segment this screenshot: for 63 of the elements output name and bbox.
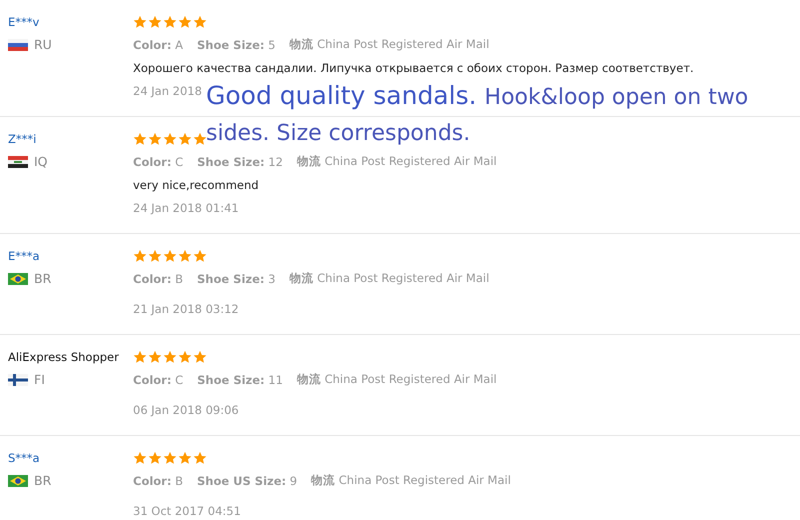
attribute-text: Color: B	[133, 272, 183, 286]
star-icon	[148, 132, 162, 146]
star-icon	[193, 350, 207, 364]
review-date: 06 Jan 2018 09:06	[133, 402, 239, 416]
attribute-text: Shoe Size: 3	[197, 272, 276, 286]
star-icon	[148, 350, 162, 364]
user-name[interactable]: E***a	[8, 248, 40, 262]
attribute-text: Color: B	[133, 474, 183, 488]
star-icon	[148, 248, 162, 262]
country-code: BR	[34, 271, 52, 286]
star-icon	[193, 132, 207, 146]
star-icon	[193, 248, 207, 262]
review-date: 24 Jan 2018	[133, 84, 202, 98]
star-icon	[133, 450, 147, 464]
attribute-text: 物流 China Post Registered Air Mail	[289, 271, 490, 286]
star-icon	[133, 14, 147, 28]
attribute-text: 物流 China Post Registered Air Mail	[289, 37, 490, 52]
star-icon	[178, 14, 192, 28]
flag-icon	[8, 156, 28, 168]
flag-icon	[8, 38, 28, 50]
user-name[interactable]: E***v	[8, 14, 40, 28]
review-date: 21 Jan 2018 03:12	[133, 302, 239, 316]
star-icon	[178, 248, 192, 262]
star-icon	[133, 350, 147, 364]
attribute-text: Color: C	[133, 372, 184, 386]
flag-icon	[8, 374, 28, 386]
star-icon	[163, 350, 177, 364]
flag-icon	[8, 272, 28, 284]
attribute-text: 物流 China Post Registered Air Mail	[296, 372, 497, 387]
star-icon	[148, 14, 162, 28]
flag-icon	[8, 474, 28, 486]
country-code: IQ	[34, 154, 48, 169]
star-icon	[133, 132, 147, 146]
translation-text: Good quality sandals. Hook&loop open on two sides. Size corresponds.	[206, 80, 750, 148]
country-code: RU	[34, 37, 52, 52]
attribute-text: Shoe Size: 12	[197, 154, 283, 168]
star-icon	[133, 248, 147, 262]
star-icon	[178, 450, 192, 464]
country-code: FI	[34, 372, 45, 387]
star-icon	[163, 132, 177, 146]
attribute-text: 物流 China Post Registered Air Mail	[296, 154, 497, 169]
attribute-text: Color: A	[133, 38, 183, 52]
star-icon	[178, 132, 192, 146]
star-icon	[193, 14, 207, 28]
star-icon	[148, 450, 162, 464]
attribute-text: 物流 China Post Registered Air Mail	[311, 473, 511, 488]
review-date: 31 Oct 2017 04:51	[133, 504, 241, 518]
review-date: 24 Jan 2018 01:41	[133, 200, 239, 214]
attribute-text: Shoe US Size: 9	[197, 474, 298, 488]
attribute-text: Shoe Size: 5	[196, 38, 276, 52]
country-code: BR	[34, 473, 52, 488]
attribute-text: Color: C	[133, 154, 184, 168]
star-icon	[178, 350, 192, 364]
review-text: Хорошего качества сандалии. Липучка открывается с обоих сторон. Размер соответствует.	[133, 60, 694, 74]
star-icon	[163, 450, 177, 464]
attribute-text: Shoe Size: 11	[197, 372, 283, 386]
star-icon	[193, 450, 207, 464]
star-icon	[163, 14, 177, 28]
star-icon	[163, 248, 177, 262]
user-name[interactable]: Z***i	[8, 132, 36, 146]
user-name: AliExpress Shopper	[8, 350, 119, 364]
user-name[interactable]: S***a	[8, 450, 40, 464]
review-text: very nice,recommend	[133, 178, 259, 192]
